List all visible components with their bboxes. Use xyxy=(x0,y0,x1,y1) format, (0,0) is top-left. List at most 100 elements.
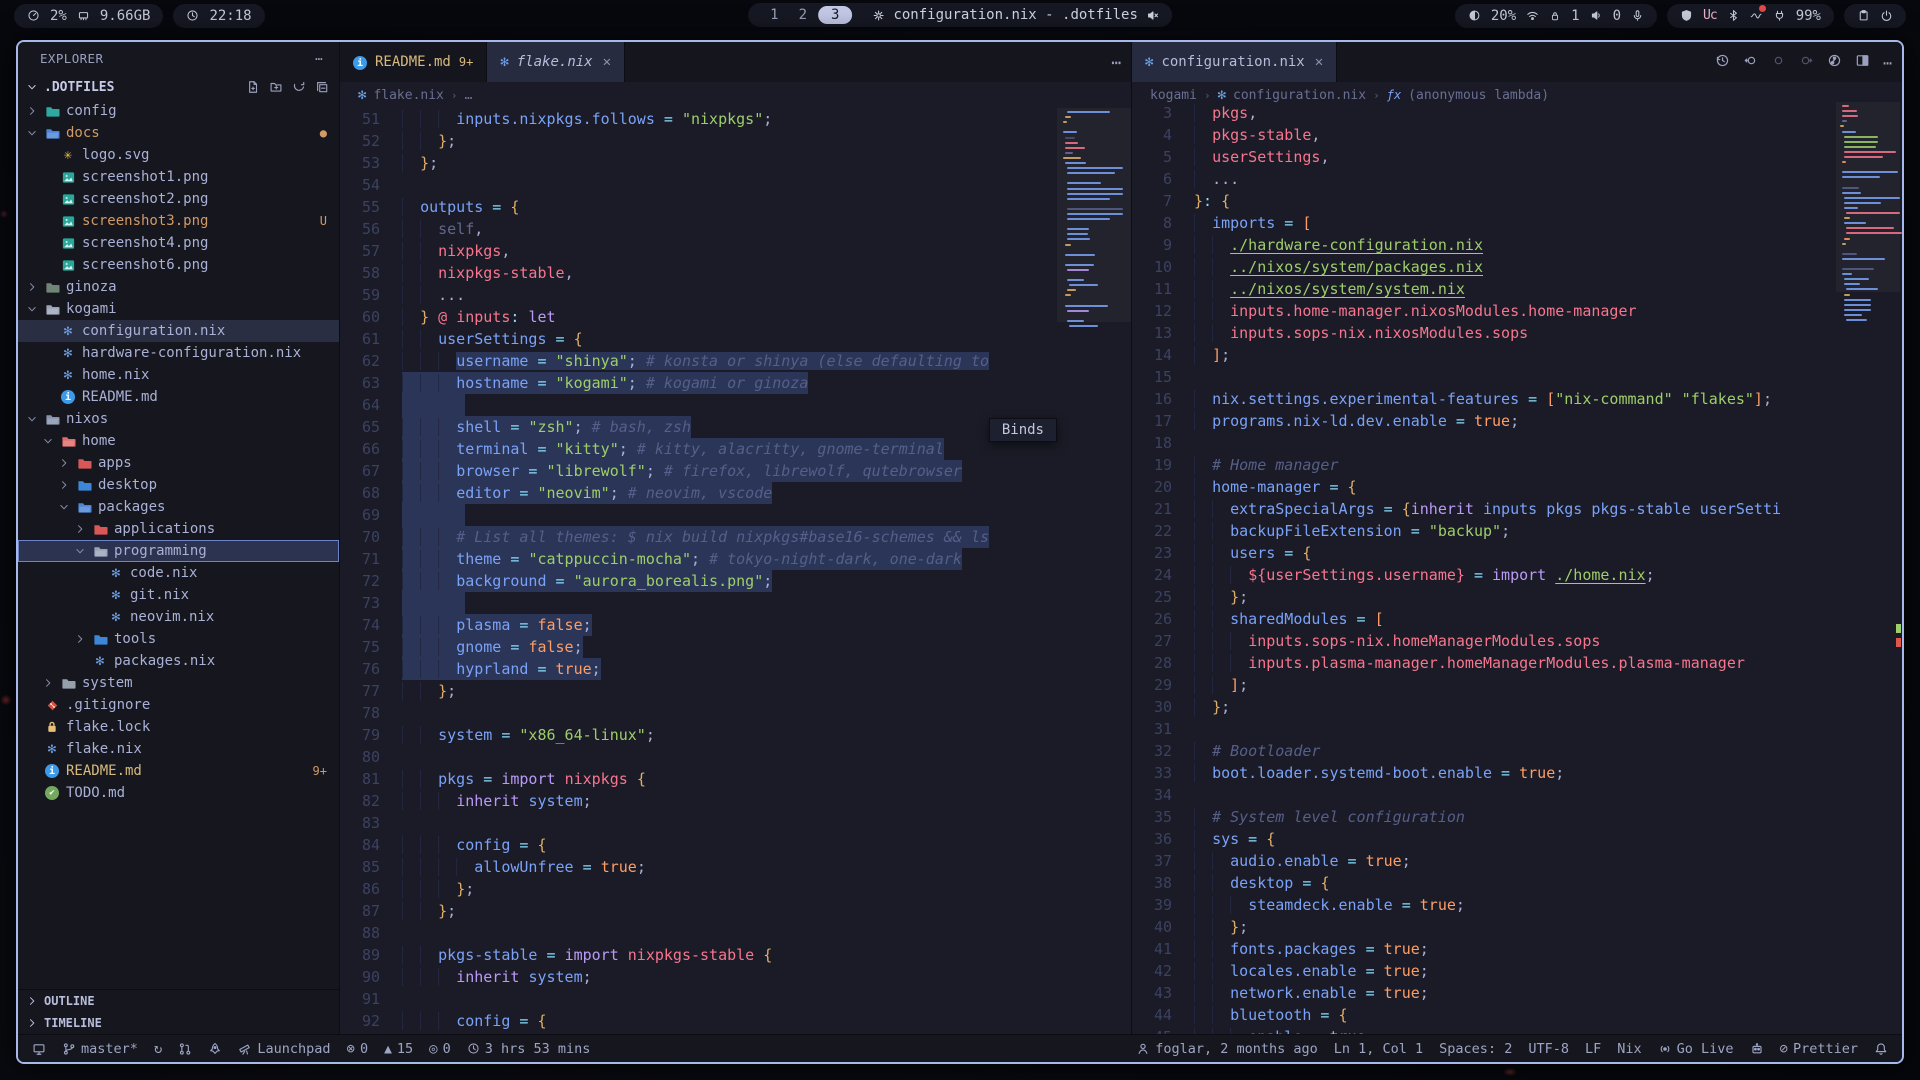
git-graph-icon[interactable] xyxy=(1827,53,1842,72)
code-line-16[interactable]: 16 nix.settings.experimental-features = … xyxy=(1132,388,1902,410)
code-line-6[interactable]: 6 ... xyxy=(1132,168,1902,190)
chevron-right-icon[interactable] xyxy=(74,633,86,645)
code-line-7[interactable]: 7}: { xyxy=(1132,190,1902,212)
code-line-26[interactable]: 26 sharedModules = [ xyxy=(1132,608,1902,630)
status-launchpad[interactable]: Launchpad xyxy=(238,1041,330,1057)
new-file-icon[interactable] xyxy=(246,80,260,94)
chevron-down-icon[interactable] xyxy=(74,545,86,557)
tree-item-ginoza[interactable]: ginoza xyxy=(18,276,339,298)
tree-item-home[interactable]: home xyxy=(18,430,339,452)
tree-item-apps[interactable]: apps xyxy=(18,452,339,474)
status-nix[interactable]: Nix xyxy=(1617,1041,1641,1057)
code-line-84[interactable]: 84 config = { xyxy=(340,834,1131,856)
chevron-right-icon[interactable] xyxy=(42,677,54,689)
tab-flake.nix[interactable]: ✻flake.nix✕ xyxy=(487,42,625,82)
code-line-17[interactable]: 17 programs.nix-ld.dev.enable = true; xyxy=(1132,410,1902,432)
tree-item-.gitignore[interactable]: .gitignore xyxy=(18,694,339,716)
code-line-10[interactable]: 10 ../nixos/system/packages.nix xyxy=(1132,256,1902,278)
status-foglar-2-months-ago[interactable]: foglar, 2 months ago xyxy=(1136,1041,1318,1057)
code-line-91[interactable]: 91 xyxy=(340,988,1131,1010)
code-line-89[interactable]: 89 pkgs-stable = import nixpkgs-stable { xyxy=(340,944,1131,966)
code-line-37[interactable]: 37 audio.enable = true; xyxy=(1132,850,1902,872)
code-line-43[interactable]: 43 network.enable = true; xyxy=(1132,982,1902,1004)
new-folder-icon[interactable] xyxy=(269,80,283,94)
tree-item-screenshot1.png[interactable]: screenshot1.png xyxy=(18,166,339,188)
tree-item-configuration.nix[interactable]: ✻configuration.nix xyxy=(18,320,339,342)
more-actions-icon[interactable]: ⋯ xyxy=(1111,53,1121,72)
code-line-40[interactable]: 40 }; xyxy=(1132,916,1902,938)
minimap-1[interactable] xyxy=(1061,108,1123,1034)
code-line-90[interactable]: 90 inherit system; xyxy=(340,966,1131,988)
code-line-36[interactable]: 36 sys = { xyxy=(1132,828,1902,850)
code-line-70[interactable]: 70 # List all themes: $ nix build nixpkg… xyxy=(340,526,1131,548)
code-line-4[interactable]: 4 pkgs-stable, xyxy=(1132,124,1902,146)
code-line-31[interactable]: 31 xyxy=(1132,718,1902,740)
code-line-21[interactable]: 21 extraSpecialArgs = {inherit inputs pk… xyxy=(1132,498,1902,520)
status-3-hrs-53-mins[interactable]: 3 hrs 53 mins xyxy=(467,1041,591,1057)
code-line-20[interactable]: 20 home-manager = { xyxy=(1132,476,1902,498)
tab-README.md[interactable]: iREADME.md9+ xyxy=(340,42,487,82)
breadcrumb-tail[interactable]: … xyxy=(465,88,473,103)
close-icon[interactable]: ✕ xyxy=(1315,54,1323,70)
status-robot[interactable] xyxy=(1750,1042,1764,1056)
code-line-28[interactable]: 28 inputs.plasma-manager.homeManagerModu… xyxy=(1132,652,1902,674)
next-change-icon[interactable] xyxy=(1799,53,1814,72)
chevron-down-icon[interactable] xyxy=(26,127,38,139)
chevron-right-icon[interactable] xyxy=(58,457,70,469)
status-pull-request[interactable] xyxy=(178,1042,192,1056)
code-line-81[interactable]: 81 pkgs = import nixpkgs { xyxy=(340,768,1131,790)
chevron-down-icon[interactable] xyxy=(26,303,38,315)
code-line-60[interactable]: 60 } @ inputs: let xyxy=(340,306,1131,328)
chevron-down-icon[interactable] xyxy=(42,435,54,447)
code-line-51[interactable]: 51 inputs.nixpkgs.follows = "nixpkgs"; xyxy=(340,108,1131,130)
code-line-86[interactable]: 86 }; xyxy=(340,878,1131,900)
more-actions-icon[interactable]: ⋯ xyxy=(1883,53,1892,72)
code-line-23[interactable]: 23 users = { xyxy=(1132,542,1902,564)
code-line-58[interactable]: 58 nixpkgs-stable, xyxy=(340,262,1131,284)
breadcrumb-file[interactable]: configuration.nix xyxy=(1233,88,1366,103)
code-line-12[interactable]: 12 inputs.home-manager.nixosModules.home… xyxy=(1132,300,1902,322)
code-line-52[interactable]: 52 }; xyxy=(340,130,1131,152)
overview-ruler[interactable] xyxy=(1895,42,1902,1034)
code-line-85[interactable]: 85 allowUnfree = true; xyxy=(340,856,1131,878)
prev-change-icon[interactable] xyxy=(1743,53,1758,72)
code-line-54[interactable]: 54 xyxy=(340,174,1131,196)
code-line-41[interactable]: 41 fonts.packages = true; xyxy=(1132,938,1902,960)
mute-icon[interactable] xyxy=(1146,9,1159,22)
status-master[interactable]: master* xyxy=(62,1041,138,1057)
code-line-80[interactable]: 80 xyxy=(340,746,1131,768)
tree-item-hardware-configuration.nix[interactable]: ✻hardware-configuration.nix xyxy=(18,342,339,364)
chevron-down-icon[interactable] xyxy=(26,413,38,425)
workspace-1[interactable]: 1 xyxy=(761,6,787,24)
tree-item-applications[interactable]: applications xyxy=(18,518,339,540)
code-line-72[interactable]: 72 background = "aurora_borealis.png"; xyxy=(340,570,1131,592)
code-line-11[interactable]: 11 ../nixos/system/system.nix xyxy=(1132,278,1902,300)
code-line-74[interactable]: 74 plasma = false; xyxy=(340,614,1131,636)
tree-item-screenshot2.png[interactable]: screenshot2.png xyxy=(18,188,339,210)
explorer-more-actions-icon[interactable]: ⋯ xyxy=(315,51,323,66)
tree-item-programming[interactable]: programming xyxy=(18,540,339,562)
code-line-73[interactable]: 73 xyxy=(340,592,1131,614)
code-line-56[interactable]: 56 self, xyxy=(340,218,1131,240)
code-line-42[interactable]: 42 locales.enable = true; xyxy=(1132,960,1902,982)
workspace-2[interactable]: 2 xyxy=(790,6,816,24)
chevron-right-icon[interactable] xyxy=(26,281,38,293)
microphone-icon[interactable] xyxy=(1631,9,1644,22)
code-line-35[interactable]: 35 # System level configuration xyxy=(1132,806,1902,828)
status-utf-8[interactable]: UTF-8 xyxy=(1528,1041,1569,1057)
tree-item-screenshot3.png[interactable]: screenshot3.pngU xyxy=(18,210,339,232)
editor-2-code[interactable]: 3 pkgs,4 pkgs-stable,5 userSettings,6 ..… xyxy=(1132,102,1902,1034)
code-line-62[interactable]: 62 username = "shinya"; # konsta or shin… xyxy=(340,350,1131,372)
vpn-shield-icon[interactable] xyxy=(1680,9,1693,22)
status-remote-display[interactable] xyxy=(32,1042,46,1056)
tree-item-flake.nix[interactable]: ✻flake.nix xyxy=(18,738,339,760)
breadcrumb-file[interactable]: flake.nix xyxy=(373,88,443,103)
wifi-icon[interactable] xyxy=(1526,9,1539,22)
code-line-83[interactable]: 83 xyxy=(340,812,1131,834)
code-line-29[interactable]: 29 ]; xyxy=(1132,674,1902,696)
tree-item-README.md[interactable]: iREADME.md xyxy=(18,386,339,408)
code-line-57[interactable]: 57 nixpkgs, xyxy=(340,240,1131,262)
code-line-34[interactable]: 34 xyxy=(1132,784,1902,806)
code-line-93[interactable]: 93 allowUnfree = true; xyxy=(340,1032,1131,1034)
status-rocket[interactable] xyxy=(208,1042,222,1056)
